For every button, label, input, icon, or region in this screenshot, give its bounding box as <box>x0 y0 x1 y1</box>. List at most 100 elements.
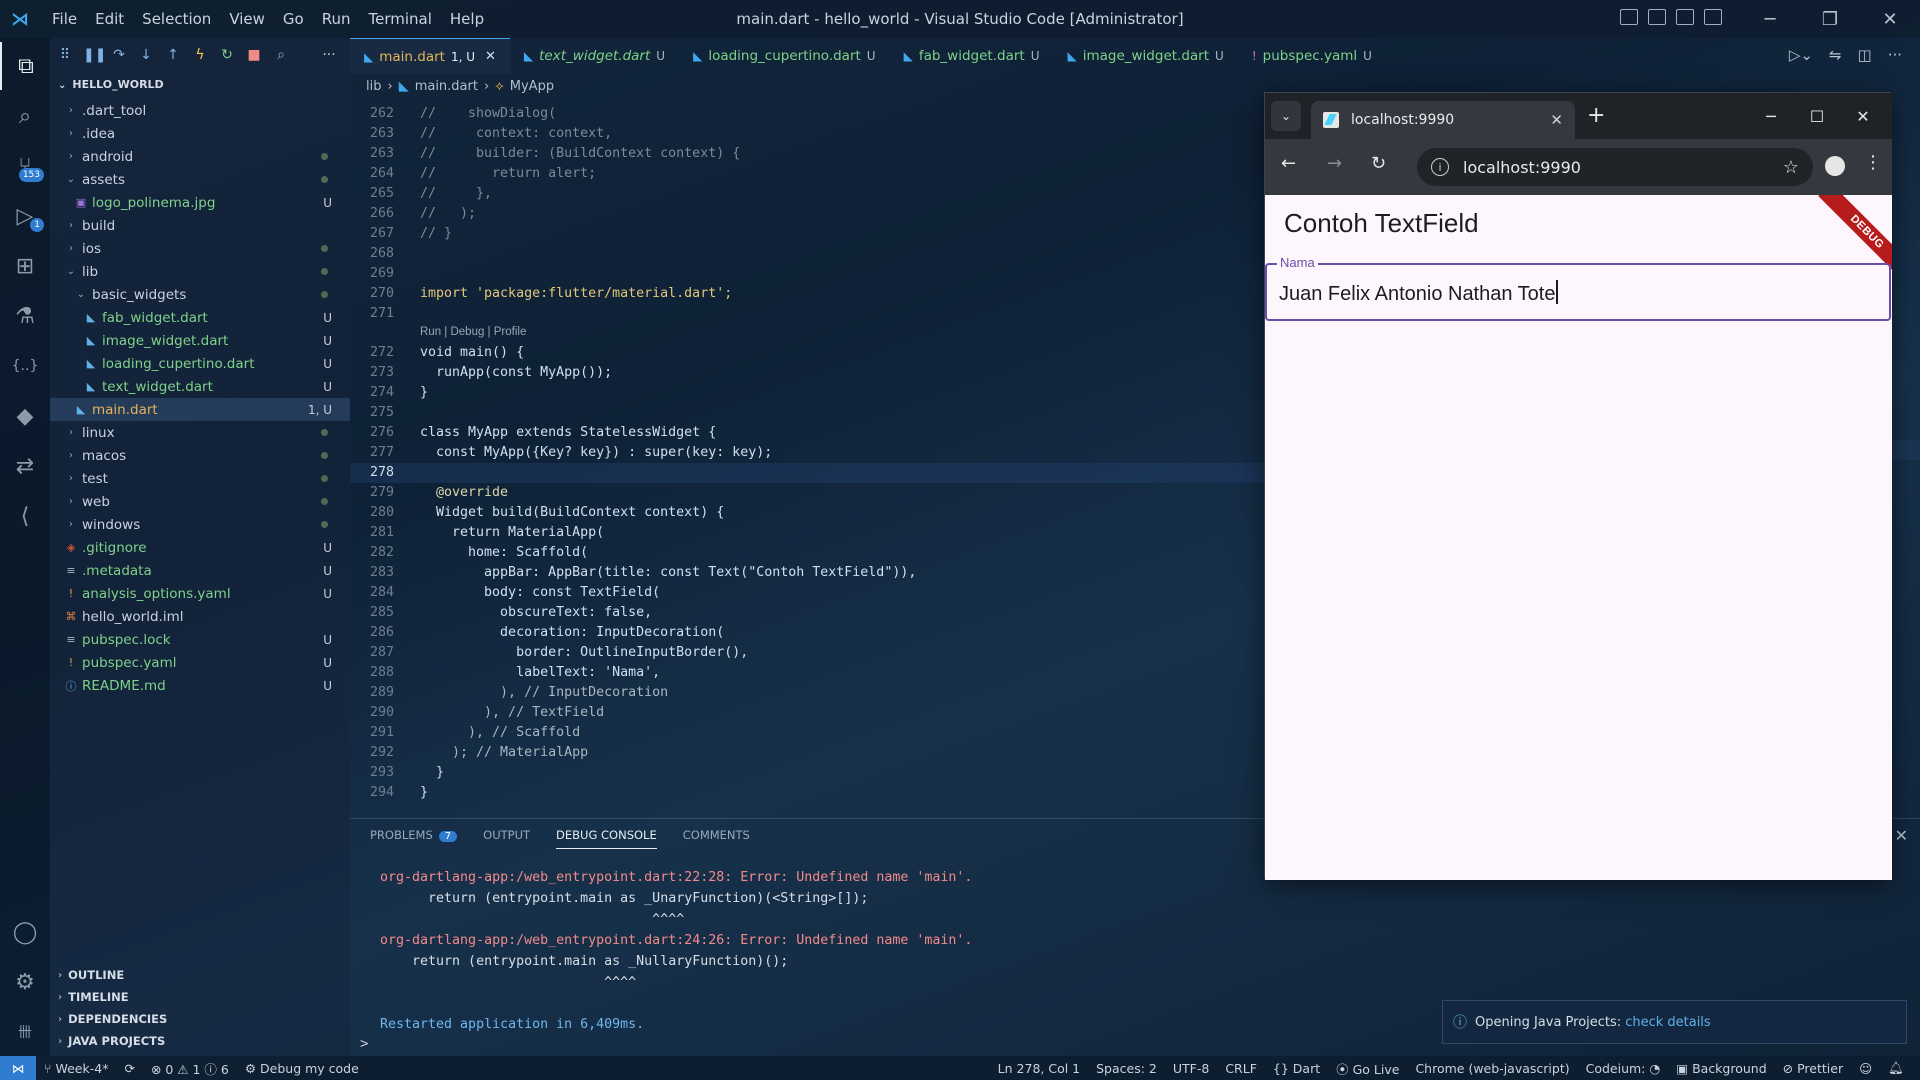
restore-button[interactable]: ❐ <box>1800 0 1860 38</box>
browser-tab[interactable]: localhost:9990 ✕ <box>1311 101 1575 139</box>
back-arrow-icon[interactable]: ← <box>1281 153 1296 174</box>
check-details-link[interactable]: check details <box>1625 1015 1711 1030</box>
prettier-status[interactable]: ⊘ Prettier <box>1775 1061 1851 1076</box>
customize-layout-icon[interactable] <box>1704 9 1722 25</box>
site-info-icon[interactable]: i <box>1431 158 1449 176</box>
section-outline[interactable]: › OUTLINE <box>50 964 350 986</box>
flutter-icon[interactable]: ◆ <box>0 392 50 440</box>
section-dependencies[interactable]: › DEPENDENCIES <box>50 1008 350 1030</box>
go-live[interactable]: ⦿ Go Live <box>1328 1059 1407 1078</box>
hot-reload-icon[interactable]: ϟ <box>191 47 209 63</box>
reload-icon[interactable]: ↻ <box>1371 153 1386 174</box>
tree-folder[interactable]: › build <box>50 214 350 237</box>
bookmark-star-icon[interactable]: ☆ <box>1783 157 1799 178</box>
tab-debug-console[interactable]: DEBUG CONSOLE <box>556 828 657 849</box>
menu-help[interactable]: Help <box>442 6 492 32</box>
encoding[interactable]: UTF-8 <box>1165 1061 1217 1076</box>
breadcrumb-lib[interactable]: lib <box>366 79 381 94</box>
code-lens-run-debug-profile[interactable]: Run | Debug | Profile <box>420 326 526 338</box>
background-status[interactable]: ▣ Background <box>1668 1061 1774 1076</box>
sync-icon[interactable]: ⟳ <box>116 1061 142 1076</box>
split-editor-icon[interactable]: ◫ <box>1858 46 1872 64</box>
menu-file[interactable]: File <box>44 6 85 32</box>
toggle-panel-icon[interactable] <box>1648 9 1666 25</box>
dart-icon[interactable]: ⟨ <box>0 492 50 540</box>
tree-file[interactable]: ◣ main.dart 1, U <box>50 398 350 421</box>
tree-folder[interactable]: › web <box>50 490 350 513</box>
tree-folder[interactable]: › macos <box>50 444 350 467</box>
problems-status[interactable]: ⊗ 0 ⚠ 1 ⓘ 6 <box>143 1059 237 1078</box>
tree-file[interactable]: ≡ .metadata U <box>50 559 350 582</box>
tree-file[interactable]: ◣ fab_widget.dart U <box>50 306 350 329</box>
close-panel-icon[interactable]: ✕ <box>1895 826 1908 845</box>
more-actions-icon[interactable]: ··· <box>320 47 338 63</box>
remote-icon[interactable]: ⇄ <box>0 442 50 490</box>
git-branch[interactable]: ⑂ Week-4* <box>36 1061 116 1076</box>
browser-close-button[interactable]: ✕ <box>1840 101 1886 131</box>
close-window-button[interactable]: ✕ <box>1860 0 1920 38</box>
tree-folder[interactable]: › android <box>50 145 350 168</box>
account-icon[interactable]: ◯ <box>0 908 50 956</box>
browser-menu-icon[interactable]: ⋮ <box>1864 152 1882 173</box>
new-tab-icon[interactable]: + <box>1587 103 1605 128</box>
minimize-button[interactable]: ─ <box>1740 0 1800 38</box>
search-icon[interactable]: ⌕ <box>0 92 50 140</box>
tree-folder[interactable]: › windows <box>50 513 350 536</box>
tree-file[interactable]: ! analysis_options.yaml U <box>50 582 350 605</box>
section-java-projects[interactable]: › JAVA PROJECTS <box>50 1030 350 1052</box>
pause-icon[interactable]: ❚❚ <box>83 47 106 63</box>
tree-folder[interactable]: › ios <box>50 237 350 260</box>
menu-edit[interactable]: Edit <box>87 6 132 32</box>
testing-icon[interactable]: ⚗ <box>0 292 50 340</box>
menu-view[interactable]: View <box>221 6 273 32</box>
language-mode[interactable]: {} Dart <box>1265 1061 1328 1076</box>
tab-output[interactable]: OUTPUT <box>483 828 530 849</box>
indentation[interactable]: Spaces: 2 <box>1088 1061 1165 1076</box>
source-control-icon[interactable]: ⑂ 153 <box>0 142 50 190</box>
step-into-icon[interactable]: ↓ <box>137 47 155 63</box>
extensions-icon[interactable]: ⊞ <box>0 242 50 290</box>
tree-file[interactable]: ◣ loading_cupertino.dart U <box>50 352 350 375</box>
editor-tab[interactable]: ◣ fab_widget.dart U <box>890 38 1054 74</box>
tree-folder[interactable]: ⌄ basic_widgets <box>50 283 350 306</box>
menu-go[interactable]: Go <box>275 6 312 32</box>
menu-terminal[interactable]: Terminal <box>361 6 440 32</box>
explorer-icon[interactable]: ⧉ <box>0 42 50 90</box>
settings-gear-icon[interactable]: ⚙ <box>0 958 50 1006</box>
code-editor[interactable]: 262 // showDialog(263 // context: context,… <box>350 104 1265 800</box>
editor-tab[interactable]: ◣ loading_cupertino.dart U <box>679 38 890 74</box>
tree-folder[interactable]: › .idea <box>50 122 350 145</box>
tree-folder[interactable]: › linux <box>50 421 350 444</box>
codeium-status[interactable]: Codeium: ◔ <box>1578 1061 1669 1076</box>
editor-tab[interactable]: ◣ image_widget.dart U <box>1053 38 1237 74</box>
debug-status[interactable]: ⚙ Debug my code <box>237 1061 367 1076</box>
tab-search-chevron-icon[interactable]: ⌄ <box>1271 101 1301 131</box>
tree-file[interactable]: ▣ logo_polinema.jpg U <box>50 191 350 214</box>
explorer-root-header[interactable]: ⌄ HELLO_WORLD <box>58 78 164 91</box>
drag-handle-icon[interactable]: ⠿ <box>56 47 74 63</box>
tree-folder[interactable]: ⌄ lib <box>50 260 350 283</box>
tree-folder[interactable]: › test <box>50 467 350 490</box>
browser-maximize-button[interactable]: ☐ <box>1794 101 1840 131</box>
breadcrumb-symbol[interactable]: MyApp <box>510 79 554 94</box>
toggle-primary-sidebar-icon[interactable] <box>1620 9 1638 25</box>
tree-file[interactable]: ◣ image_widget.dart U <box>50 329 350 352</box>
tab-comments[interactable]: COMMENTS <box>683 828 750 849</box>
tree-file[interactable]: ⓘ README.md U <box>50 674 350 697</box>
profile-avatar-icon[interactable] <box>1825 156 1845 176</box>
compare-changes-icon[interactable]: ⇋ <box>1829 46 1842 64</box>
remote-indicator-icon[interactable]: ⋈ <box>0 1056 36 1080</box>
feedback-icon[interactable]: ☺ <box>1851 1061 1880 1076</box>
line-ending[interactable]: CRLF <box>1217 1061 1265 1076</box>
tree-folder[interactable]: › .dart_tool <box>50 99 350 122</box>
step-out-icon[interactable]: ↑ <box>164 47 182 63</box>
tree-file[interactable]: ⌘ hello_world.iml <box>50 605 350 628</box>
tree-file[interactable]: ◣ text_widget.dart U <box>50 375 350 398</box>
nama-text-field[interactable]: Nama Juan Felix Antonio Nathan Tote <box>1265 255 1891 321</box>
run-debug-icon[interactable]: ▷ 1 <box>0 192 50 240</box>
json-icon[interactable]: {..} <box>0 342 50 390</box>
stop-icon[interactable]: ■ <box>245 47 263 63</box>
tree-folder[interactable]: ⌄ assets <box>50 168 350 191</box>
menu-selection[interactable]: Selection <box>134 6 219 32</box>
restart-icon[interactable]: ↻ <box>218 47 236 63</box>
